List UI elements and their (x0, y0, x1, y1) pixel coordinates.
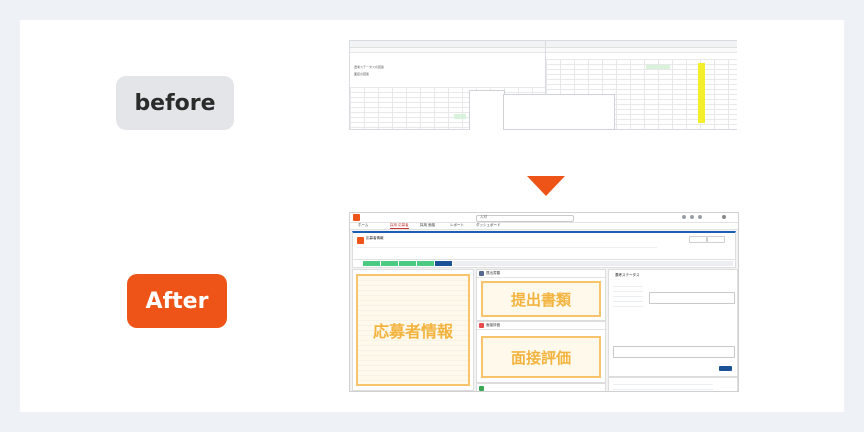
sheet-note-b: 面接の回答 (354, 72, 370, 76)
interview-label: 面接評価 (510, 348, 571, 367)
task-panel (476, 383, 606, 391)
green-header-cells (646, 65, 670, 69)
app-logo-icon (353, 214, 360, 221)
edit-button[interactable] (689, 236, 707, 243)
record-icon (357, 237, 364, 244)
documents-label: 提出書類 (510, 290, 571, 309)
applicant-panel: 応募者情報 (352, 269, 474, 391)
path-step-current[interactable] (435, 261, 452, 266)
comment-textarea-top[interactable] (649, 292, 735, 304)
yellow-column (698, 63, 705, 123)
nav-dashboard[interactable]: ダッシュボード (476, 223, 501, 228)
comment-form-heading: 選考ステータス (615, 273, 640, 277)
comment-form-panel: 選考ステータス (608, 269, 738, 377)
activity-panel (608, 377, 738, 391)
avatar[interactable] (722, 215, 726, 219)
activity-lines (613, 380, 713, 390)
nav-home[interactable]: ホーム (358, 223, 368, 228)
comment-textarea[interactable] (613, 346, 735, 358)
path-step[interactable] (399, 261, 416, 266)
calendar-icon (479, 323, 484, 328)
path-step[interactable] (417, 261, 434, 266)
after-screenshot: 人材 ホーム 採用 応募者 採用 面接 レポート ダッシュボード 応募者情報 応… (349, 212, 739, 392)
nav-interview[interactable]: 採用 面接 (420, 223, 435, 228)
more-actions-button[interactable] (707, 236, 725, 243)
nav-bar: ホーム 採用 応募者 採用 面接 レポート ダッシュボード (350, 223, 738, 230)
interview-panel: 面接評価 面接評価 (476, 321, 606, 383)
before-label: before (116, 76, 234, 130)
applicant-label: 応募者情報 (372, 322, 453, 341)
file-icon (479, 271, 484, 276)
before-screenshot: 選考ステータスの回答 面接の回答 (349, 40, 737, 130)
path-step[interactable] (381, 261, 398, 266)
form-popup (503, 94, 615, 130)
app-top-bar: 人材 (350, 213, 738, 223)
nav-applicant[interactable]: 採用 応募者 (390, 223, 409, 229)
documents-section-title: 提出書類 (486, 270, 500, 275)
submit-button[interactable] (719, 366, 732, 371)
interview-highlight: 面接評価 (481, 336, 601, 378)
applicant-highlight: 応募者情報 (356, 274, 470, 386)
documents-section-header: 提出書類 (477, 270, 605, 278)
status-path (352, 259, 736, 268)
path-step[interactable] (363, 261, 380, 266)
search-placeholder: 人材 (480, 214, 487, 219)
radio-options[interactable] (613, 282, 643, 310)
nav-report[interactable]: レポート (450, 223, 464, 228)
interview-section-header: 面接評価 (477, 322, 605, 330)
search-input[interactable]: 人材 (476, 214, 574, 222)
down-arrow-icon (527, 176, 565, 196)
record-title: 応募者情報 (366, 236, 384, 240)
checkbox-icon (479, 385, 484, 391)
setup-icon[interactable] (690, 215, 694, 219)
interview-section-title: 面接評価 (486, 322, 500, 327)
documents-panel: 提出書類 提出書類 (476, 269, 606, 321)
side-menu (469, 90, 505, 130)
path-remaining-steps[interactable] (453, 261, 733, 266)
help-icon[interactable] (682, 215, 686, 219)
documents-highlight: 提出書類 (481, 281, 601, 317)
notification-icon[interactable] (698, 215, 702, 219)
sheet-note-a: 選考ステータスの回答 (354, 65, 385, 69)
after-label: After (127, 274, 227, 328)
highlighted-cell (454, 114, 466, 119)
record-header: 応募者情報 (352, 231, 736, 260)
